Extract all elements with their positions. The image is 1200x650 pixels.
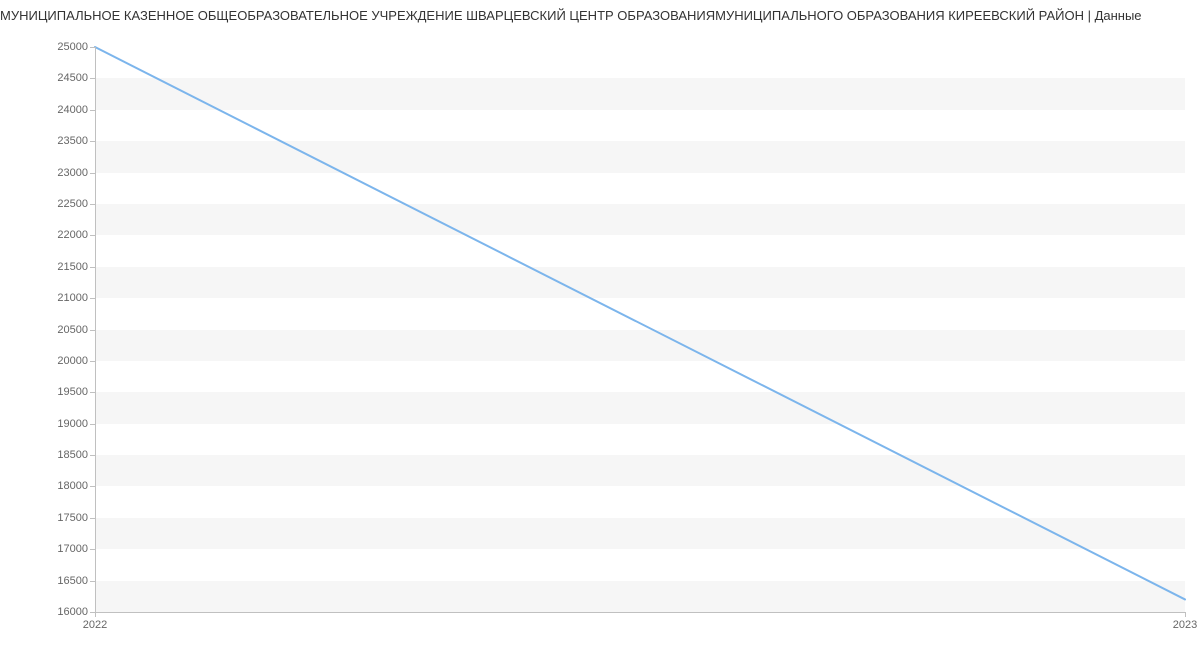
y-axis-label: 19000 — [57, 418, 88, 430]
y-tick — [90, 204, 95, 205]
y-axis-label: 25000 — [57, 41, 88, 53]
y-tick — [90, 78, 95, 79]
y-axis-label: 16000 — [57, 606, 88, 618]
y-tick — [90, 424, 95, 425]
y-tick — [90, 486, 95, 487]
data-line — [95, 47, 1185, 599]
chart-title: МУНИЦИПАЛЬНОЕ КАЗЕННОЕ ОБЩЕОБРАЗОВАТЕЛЬН… — [0, 0, 1200, 27]
y-axis-label: 18500 — [57, 449, 88, 461]
y-axis-line — [95, 47, 96, 612]
y-axis-label: 19500 — [57, 386, 88, 398]
y-axis-label: 23500 — [57, 135, 88, 147]
line-chart-svg — [95, 47, 1185, 612]
y-axis-label: 22500 — [57, 198, 88, 210]
y-axis-label: 22000 — [57, 229, 88, 241]
y-tick — [90, 549, 95, 550]
x-axis-label: 2022 — [83, 619, 107, 631]
x-axis-line — [95, 612, 1185, 613]
y-axis-label: 20500 — [57, 324, 88, 336]
y-tick — [90, 110, 95, 111]
y-tick — [90, 298, 95, 299]
x-tick — [1185, 612, 1186, 617]
plot-area — [95, 47, 1185, 612]
y-tick — [90, 267, 95, 268]
y-axis-label: 21500 — [57, 261, 88, 273]
y-axis-label: 21000 — [57, 292, 88, 304]
y-axis-label: 18000 — [57, 480, 88, 492]
y-axis-label: 24500 — [57, 72, 88, 84]
y-tick — [90, 330, 95, 331]
y-axis-label: 24000 — [57, 104, 88, 116]
chart-container: 16000 16500 17000 17500 18000 18500 19000 19500… — [0, 27, 1200, 647]
x-axis-label: 2023 — [1173, 619, 1197, 631]
y-tick — [90, 518, 95, 519]
y-axis-label: 16500 — [57, 575, 88, 587]
y-tick — [90, 581, 95, 582]
y-tick — [90, 392, 95, 393]
y-axis-label: 17000 — [57, 543, 88, 555]
y-tick — [90, 173, 95, 174]
y-tick — [90, 361, 95, 362]
y-axis-label: 20000 — [57, 355, 88, 367]
y-tick — [90, 47, 95, 48]
y-tick — [90, 141, 95, 142]
y-axis-label: 23000 — [57, 167, 88, 179]
x-tick — [95, 612, 96, 617]
y-tick — [90, 235, 95, 236]
y-tick — [90, 455, 95, 456]
y-axis-label: 17500 — [57, 512, 88, 524]
